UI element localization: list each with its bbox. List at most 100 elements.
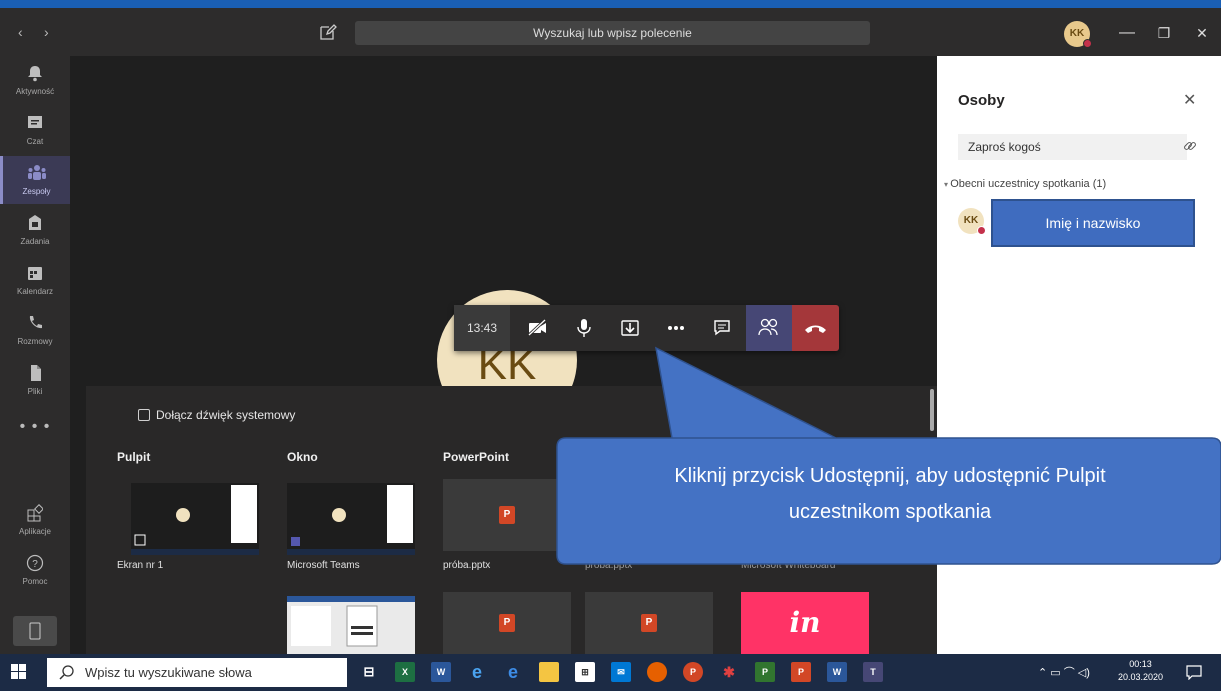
- internet-explorer-icon[interactable]: e: [467, 662, 487, 682]
- word-icon-2[interactable]: W: [827, 662, 847, 682]
- search-command-box[interactable]: Wyszukaj lub wpisz polecenie: [355, 21, 870, 45]
- desktop-thumbnail[interactable]: [131, 483, 259, 555]
- desktop-preview: [131, 483, 259, 555]
- powerpoint-viewer-icon[interactable]: P: [683, 662, 703, 682]
- desktop-caption: Ekran nr 1: [117, 560, 164, 571]
- windows-start-icon[interactable]: [11, 664, 27, 680]
- taskbar-search-placeholder: Wpisz tu wyszukiwane słowa: [85, 665, 252, 680]
- title-bar: ‹ › Wyszukaj lub wpisz polecenie KK — ❐ …: [0, 8, 1221, 56]
- windows-taskbar: Wpisz tu wyszukiwane słowa ⊟ X W e e ⊞ ✉…: [0, 654, 1221, 691]
- window-thumbnail-2[interactable]: [287, 596, 415, 654]
- project-icon[interactable]: P: [755, 662, 775, 682]
- task-view-icon[interactable]: ⊟: [359, 662, 379, 682]
- more-actions-button[interactable]: [658, 305, 694, 351]
- powerpoint-file-icon: P: [499, 614, 515, 632]
- participant-name[interactable]: Imię i nazwisko: [991, 199, 1195, 247]
- invision-thumbnail[interactable]: in: [741, 592, 869, 654]
- rail-label: Kalendarz: [16, 287, 54, 296]
- people-panel: Osoby ✕ Zaproś kogoś ▾ Obecni uczestnicy…: [937, 56, 1221, 654]
- word-icon[interactable]: W: [431, 662, 451, 682]
- invite-input[interactable]: Zaproś kogoś: [958, 134, 1187, 160]
- show-participants-button[interactable]: [746, 305, 792, 351]
- mail-icon[interactable]: ✉: [611, 662, 631, 682]
- microphone-button[interactable]: [566, 305, 602, 351]
- forward-button[interactable]: ›: [44, 24, 49, 40]
- maximize-button[interactable]: ❐: [1151, 20, 1177, 46]
- help-icon: ?: [26, 554, 44, 572]
- ppt-caption-2: próba.pptx: [585, 560, 633, 571]
- close-window-button[interactable]: ✕: [1189, 20, 1215, 46]
- minimize-button[interactable]: —: [1114, 20, 1140, 46]
- rail-item-activity[interactable]: Aktywność: [0, 56, 70, 104]
- compose-icon[interactable]: [318, 22, 338, 42]
- calendar-icon: [28, 267, 42, 280]
- people-icon: [758, 318, 778, 336]
- ppt-caption-1: próba.pptx: [443, 560, 491, 571]
- rail-item-apps[interactable]: Aplikacje: [0, 496, 70, 544]
- window-caption: Microsoft Teams: [287, 560, 360, 571]
- callout-line-1: Kliknij przycisk Udostępnij, aby udostęp…: [674, 465, 1106, 487]
- powerpoint-thumbnail-1[interactable]: P: [443, 479, 571, 551]
- rail-item-teams[interactable]: Zespoły: [0, 156, 70, 204]
- participant-avatar[interactable]: KK: [958, 208, 986, 235]
- presence-busy-icon: [977, 226, 986, 235]
- rail-item-assignments[interactable]: Zadania: [0, 206, 70, 254]
- tray-scrollbar[interactable]: [930, 389, 934, 431]
- rail-label: Pomoc: [22, 577, 48, 586]
- powerpoint-thumbnail-3[interactable]: P: [585, 592, 713, 654]
- system-audio-label: Dołącz dźwięk systemowy: [156, 408, 296, 422]
- whiteboard-caption: Microsoft Whiteboard: [741, 560, 836, 571]
- edge-icon[interactable]: e: [503, 662, 523, 682]
- file-explorer-icon[interactable]: [539, 662, 559, 682]
- teams-window: ‹ › Wyszukaj lub wpisz polecenie KK — ❐ …: [0, 0, 1221, 691]
- system-audio-checkbox[interactable]: Dołącz dźwięk systemowy: [138, 408, 295, 422]
- device-status-button[interactable]: [13, 616, 57, 646]
- user-initials: KK: [1069, 28, 1085, 39]
- close-panel-button[interactable]: ✕: [1183, 90, 1196, 110]
- rail-item-calendar[interactable]: Kalendarz: [0, 256, 70, 304]
- hang-up-button[interactable]: [792, 305, 839, 351]
- call-timer: 13:43: [454, 305, 510, 351]
- system-tray-icons[interactable]: ⌃ ▭ ⌒ ◁): [1038, 664, 1090, 680]
- window-border: [0, 0, 1221, 8]
- taskbar-search[interactable]: Wpisz tu wyszukiwane słowa: [47, 658, 347, 687]
- store-icon[interactable]: ⊞: [575, 662, 595, 682]
- taskbar-clock[interactable]: 00:13 20.03.2020: [1118, 658, 1163, 684]
- window-thumbnail[interactable]: [287, 483, 415, 555]
- rail-item-calls[interactable]: Rozmowy: [0, 306, 70, 354]
- document-preview: [287, 596, 415, 647]
- firefox-icon[interactable]: [647, 662, 667, 682]
- participants-section-header[interactable]: ▾ Obecni uczestnicy spotkania (1): [944, 178, 1106, 190]
- powerpoint-icon[interactable]: P: [791, 662, 811, 682]
- teams-taskbar-icon[interactable]: T: [863, 662, 883, 682]
- rail-label: Aktywność: [15, 87, 55, 96]
- svg-text:?: ?: [32, 559, 38, 570]
- powerpoint-thumbnail-2[interactable]: P: [443, 592, 571, 654]
- clock-time: 00:13: [1129, 659, 1152, 669]
- column-desktop: Pulpit: [117, 450, 151, 464]
- callout-text: Kliknij przycisk Udostępnij, aby udostęp…: [560, 458, 1220, 530]
- notification-icon[interactable]: [1186, 664, 1202, 680]
- camera-toggle-button[interactable]: [520, 305, 556, 351]
- rail-item-chat[interactable]: Czat: [0, 106, 70, 154]
- rail-label: Rozmowy: [17, 337, 53, 346]
- invision-logo: in: [789, 606, 821, 639]
- share-button[interactable]: [612, 305, 648, 351]
- clock-date: 20.03.2020: [1118, 672, 1164, 682]
- rail-label: Aplikacje: [18, 527, 51, 536]
- call-controls: 13:43: [454, 305, 839, 351]
- excel-icon[interactable]: X: [395, 662, 415, 682]
- rail-item-files[interactable]: Pliki: [0, 356, 70, 404]
- user-avatar[interactable]: KK: [1064, 21, 1092, 48]
- teams-icon: [27, 165, 46, 180]
- link-icon[interactable]: [1183, 139, 1197, 153]
- search-icon: [59, 665, 74, 680]
- section-label: Obecni uczestnicy spotkania (1): [950, 178, 1107, 190]
- column-window: Okno: [287, 450, 318, 464]
- hang-up-icon: [805, 325, 826, 333]
- more-apps-button[interactable]: • • •: [0, 418, 70, 436]
- back-button[interactable]: ‹: [18, 24, 23, 40]
- unknown-app-icon[interactable]: ✱: [719, 662, 739, 682]
- rail-item-help[interactable]: ? Pomoc: [0, 546, 70, 594]
- conversation-button[interactable]: [704, 305, 740, 351]
